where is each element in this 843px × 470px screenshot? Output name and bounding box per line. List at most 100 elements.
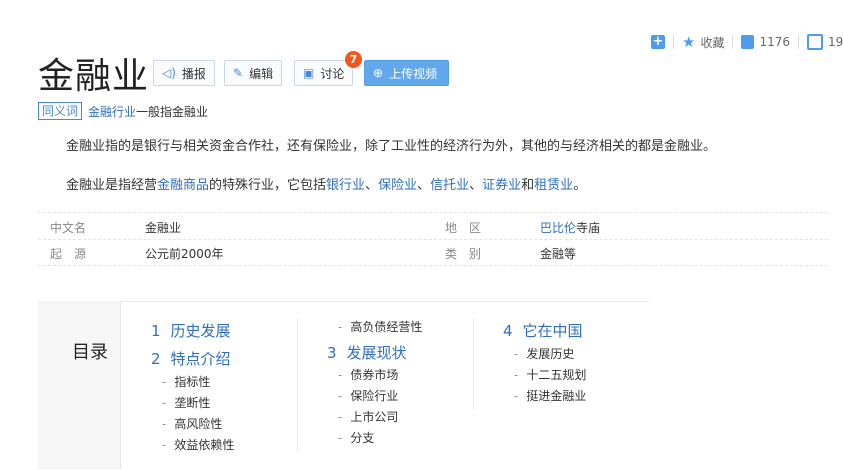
catalog-sub-item[interactable]: - 垄断性 <box>162 394 210 411</box>
share-button[interactable]: 19 <box>807 34 843 50</box>
chat-icon: ▣ <box>303 66 315 80</box>
catalog-sub-label: 效益依赖性 <box>174 438 235 452</box>
link-babylon[interactable]: 巴比伦 <box>540 221 576 235</box>
catalog-num: 3 <box>327 344 337 362</box>
edit-button[interactable]: ✎ 编辑 <box>224 60 283 86</box>
catalog-num: 2 <box>151 350 161 368</box>
catalog-label: 它在中国 <box>522 322 583 340</box>
link-securities[interactable]: 证券业 <box>482 178 521 193</box>
paragraph-2: 金融业是指经营金融商品的特殊行业，它包括银行业、保险业、信托业、证券业和租赁业。 <box>66 174 586 193</box>
info-divider <box>38 212 828 213</box>
catalog-sub-item[interactable]: - 分支 <box>338 429 374 446</box>
synonym-line: 同义词 金融行业一般指金融业 <box>38 102 208 120</box>
discuss-badge: 7 <box>345 51 362 68</box>
upload-video-button[interactable]: ⊕ 上传视频 <box>364 60 449 86</box>
catalog-item-features[interactable]: 2 特点介绍 <box>151 348 231 369</box>
catalog-title: 目录 <box>72 342 108 363</box>
info-value-origin: 公元前2000年 <box>145 247 224 261</box>
info-value-chinese-name: 金融业 <box>145 221 182 235</box>
text: 和 <box>521 178 535 193</box>
pencil-icon: ✎ <box>233 66 244 80</box>
catalog-num: 1 <box>151 322 161 340</box>
plus-circle-icon: ⊕ <box>373 66 384 80</box>
info-divider <box>38 265 828 266</box>
page-title: 金融业 <box>38 56 150 97</box>
text: 、 <box>417 178 431 193</box>
link-insurance[interactable]: 保险业 <box>378 178 417 193</box>
share-icon <box>807 34 824 50</box>
catalog-item-history[interactable]: 1 历史发展 <box>151 320 231 341</box>
thumbs-up-icon <box>741 35 755 49</box>
info-value-category: 金融等 <box>540 247 577 261</box>
catalog-label: 特点介绍 <box>170 350 231 368</box>
catalog-sub-item[interactable]: - 保险行业 <box>338 387 398 404</box>
catalog-sub-label: 指标性 <box>174 375 211 389</box>
top-actions: + ★ 收藏 1176 19 <box>651 33 843 51</box>
link-leasing[interactable]: 租赁业 <box>534 178 573 193</box>
catalog-num: 4 <box>503 322 513 340</box>
catalog-sub-item[interactable]: - 指标性 <box>162 373 210 390</box>
synonym-link[interactable]: 金融行业 <box>88 105 136 119</box>
discuss-label: 讨论 <box>320 66 345 81</box>
info-divider <box>38 239 828 240</box>
catalog-sub-item[interactable]: - 高风险性 <box>162 415 222 432</box>
text: 、 <box>365 178 379 193</box>
catalog-sub-label: 债券市场 <box>350 368 399 382</box>
star-icon: ★ <box>682 33 696 51</box>
add-icon[interactable]: + <box>651 35 665 49</box>
text: 寺庙 <box>576 221 601 235</box>
catalog-item-status[interactable]: 3 发展现状 <box>327 342 407 363</box>
info-key-region: 地 区 <box>445 221 482 235</box>
catalog-sub-label: 上市公司 <box>350 410 399 424</box>
discuss-button[interactable]: ▣ 讨论 <box>294 60 354 86</box>
catalog-column-divider <box>473 318 474 410</box>
info-key-origin: 起 源 <box>50 247 87 261</box>
synonym-tag: 同义词 <box>38 102 83 120</box>
text: 。 <box>573 178 587 193</box>
catalog-sub-label: 垄断性 <box>174 396 211 410</box>
catalog-sub-item[interactable]: - 挺进金融业 <box>514 387 586 404</box>
catalog-sub-label: 保险行业 <box>350 389 399 403</box>
catalog-item-china[interactable]: 4 它在中国 <box>503 320 583 341</box>
text: 、 <box>469 178 483 193</box>
catalog-sub-label: 高风险性 <box>174 417 223 431</box>
like-count: 1176 <box>759 35 791 49</box>
catalog-sub-item[interactable]: - 高负债经营性 <box>338 318 422 335</box>
catalog-sub-label: 十二五规划 <box>526 368 587 382</box>
catalog-sub-item[interactable]: - 十二五规划 <box>514 366 586 383</box>
catalog-sub-item[interactable]: - 效益依赖性 <box>162 436 234 453</box>
info-key-chinese-name: 中文名 <box>50 221 87 235</box>
catalog-sub-item[interactable]: - 债券市场 <box>338 366 398 383</box>
catalog-title-panel <box>38 301 121 469</box>
info-key-category: 类 别 <box>445 247 482 261</box>
collect-label: 收藏 <box>700 35 725 50</box>
share-count: 19 <box>828 35 843 49</box>
catalog-column-divider <box>297 318 298 452</box>
speaker-icon: ◁) <box>162 66 176 80</box>
catalog-sub-item[interactable]: - 上市公司 <box>338 408 398 425</box>
catalog-sub-item[interactable]: - 发展历史 <box>514 345 574 362</box>
catalog-sub-label: 挺进金融业 <box>526 389 587 403</box>
upload-label: 上传视频 <box>389 66 438 81</box>
info-value-region: 巴比伦寺庙 <box>540 219 600 236</box>
catalog-sub-label: 高负债经营性 <box>350 320 423 334</box>
link-trust[interactable]: 信托业 <box>430 178 469 193</box>
broadcast-button[interactable]: ◁) 播报 <box>153 60 215 86</box>
catalog-sub-label: 发展历史 <box>526 347 575 361</box>
paragraph-1: 金融业指的是银行与相关资金合作社，还有保险业，除了工业性的经济行为外，其他的与经… <box>66 139 717 154</box>
broadcast-label: 播报 <box>181 66 206 81</box>
like-button[interactable]: 1176 <box>741 35 790 49</box>
catalog-sub-label: 分支 <box>350 431 375 445</box>
text: 的特殊行业，它包括 <box>209 178 327 193</box>
edit-label: 编辑 <box>249 66 274 81</box>
collect-button[interactable]: ★ 收藏 <box>682 33 724 51</box>
catalog-label: 历史发展 <box>170 322 231 340</box>
divider <box>798 35 800 49</box>
catalog-label: 发展现状 <box>346 344 407 362</box>
divider <box>673 35 674 49</box>
divider <box>732 35 734 49</box>
link-banking[interactable]: 银行业 <box>326 178 365 193</box>
link-financial-products[interactable]: 金融商品 <box>157 178 209 193</box>
synonym-suffix: 一般指金融业 <box>136 104 209 119</box>
text: 金融业是指经营 <box>66 178 158 193</box>
